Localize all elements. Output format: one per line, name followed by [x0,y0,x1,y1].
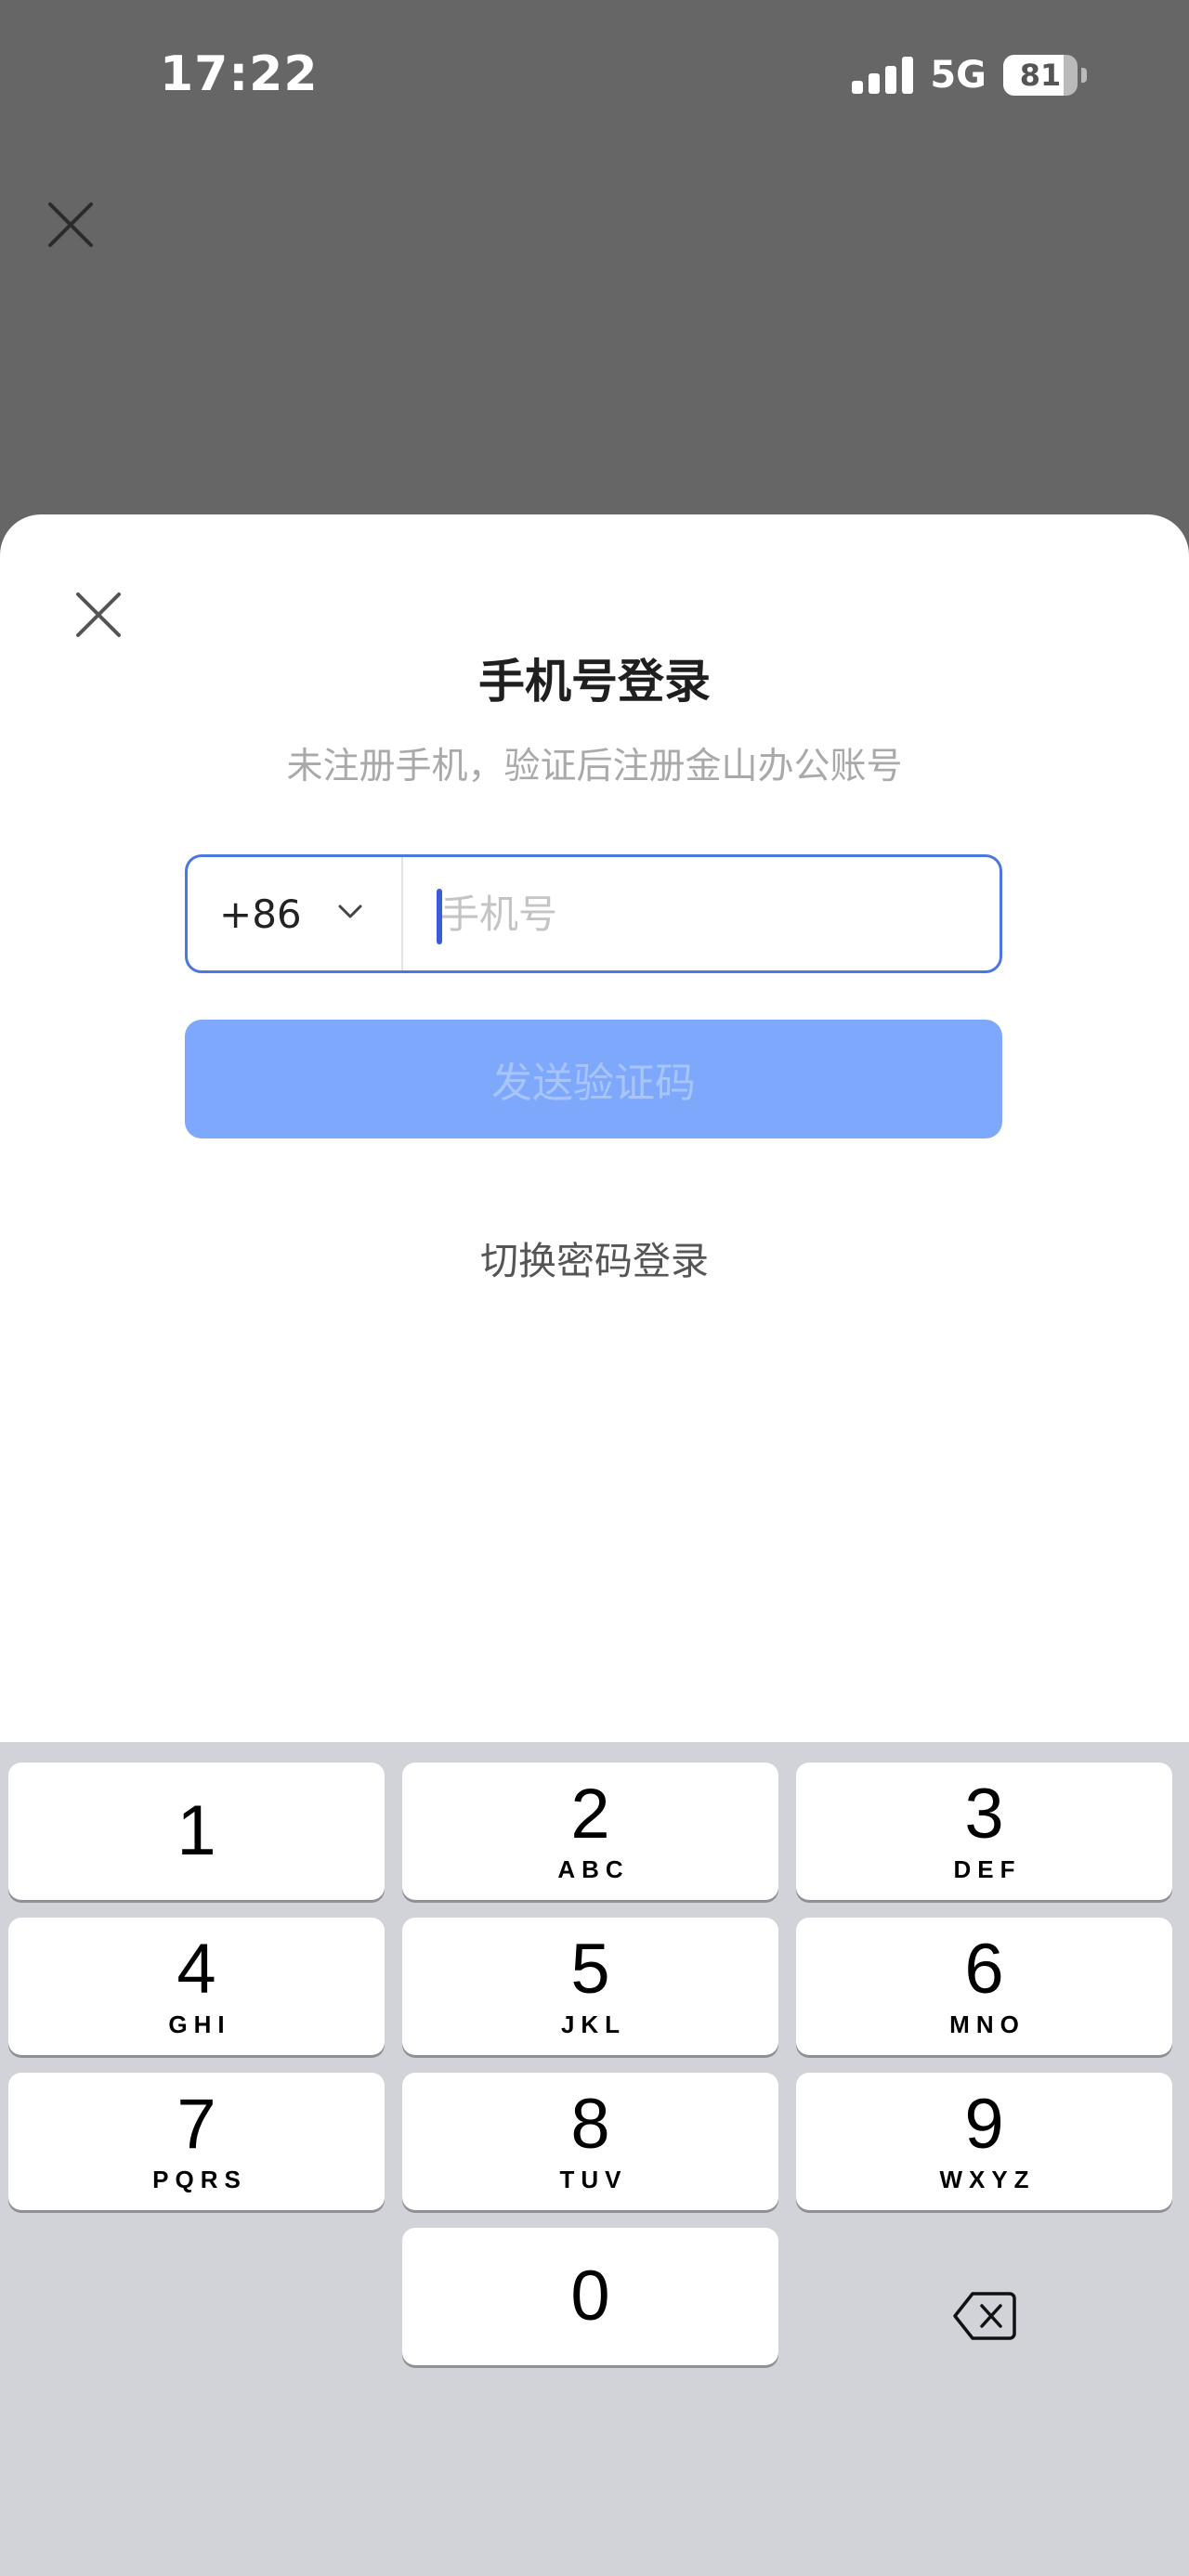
key-letters: DEF [953,1854,1022,1883]
key-4[interactable]: 4 GHI [8,1918,385,2055]
key-letters: JKL [560,2010,627,2038]
text-caret [437,889,442,944]
country-code-label: +86 [219,891,302,937]
status-time: 17:22 [160,46,319,102]
key-letters: PQRS [152,2165,247,2193]
key-6[interactable]: 6 MNO [796,1918,1172,2055]
key-2[interactable]: 2 ABC [402,1763,778,1900]
key-digit: 6 [964,1929,1004,2009]
send-code-button[interactable]: 发送验证码 [185,1020,1002,1138]
status-indicators: 5G 81 [852,54,1087,97]
key-digit: 0 [570,2257,610,2335]
switch-password-login-link[interactable]: 切换密码登录 [0,1229,1189,1285]
battery-cap [1081,68,1087,83]
key-digit: 1 [176,1791,216,1870]
chevron-down-icon [336,903,364,925]
key-0[interactable]: 0 [402,2228,778,2365]
backspace-key[interactable] [796,2249,1172,2387]
key-1[interactable]: 1 [8,1763,385,1900]
numeric-keypad: 1 2 ABC 3 DEF 4 GHI 5 JKL 6 MNO 7 PQRS 8 TUV 9 WXYZ 0 [0,1742,1189,2576]
phone-input-group: +86 [185,854,1002,973]
network-label: 5G [930,54,986,97]
key-digit: 9 [964,2084,1004,2164]
key-7[interactable]: 7 PQRS [8,2073,385,2210]
key-digit: 4 [176,1929,216,2009]
battery-indicator: 81 [1003,55,1087,96]
key-8[interactable]: 8 TUV [402,2073,778,2210]
key-3[interactable]: 3 DEF [796,1763,1172,1900]
key-digit: 3 [964,1774,1004,1854]
key-digit: 5 [570,1929,610,2009]
phone-input-wrapper [403,857,1000,970]
key-digit: 8 [570,2084,610,2164]
key-5[interactable]: 5 JKL [402,1918,778,2055]
background-close-icon[interactable] [43,197,98,253]
page-subtitle: 未注册手机，验证后注册金山办公账号 [286,746,903,787]
key-letters: MNO [949,2010,1026,2038]
backspace-icon [952,2290,1017,2346]
key-letters: TUV [559,2165,628,2193]
signal-icon [852,57,914,94]
battery-icon: 81 [1003,55,1078,96]
country-code-selector[interactable]: +86 [188,857,403,970]
key-letters: WXYZ [939,2165,1036,2193]
key-letters: GHI [168,2010,231,2038]
close-icon[interactable] [72,589,124,641]
page-title: 手机号登录 [478,655,711,709]
login-screen: 17:22 5G 81 手机号登录 未注册手机，验证后注册金山办公账号 +86 … [0,0,1189,2576]
key-letters: ABC [557,1854,630,1883]
battery-level-text: 81 [1019,58,1062,93]
key-digit: 7 [176,2084,216,2164]
key-digit: 2 [570,1774,610,1854]
key-9[interactable]: 9 WXYZ [796,2073,1172,2210]
phone-number-input[interactable] [403,857,1000,970]
